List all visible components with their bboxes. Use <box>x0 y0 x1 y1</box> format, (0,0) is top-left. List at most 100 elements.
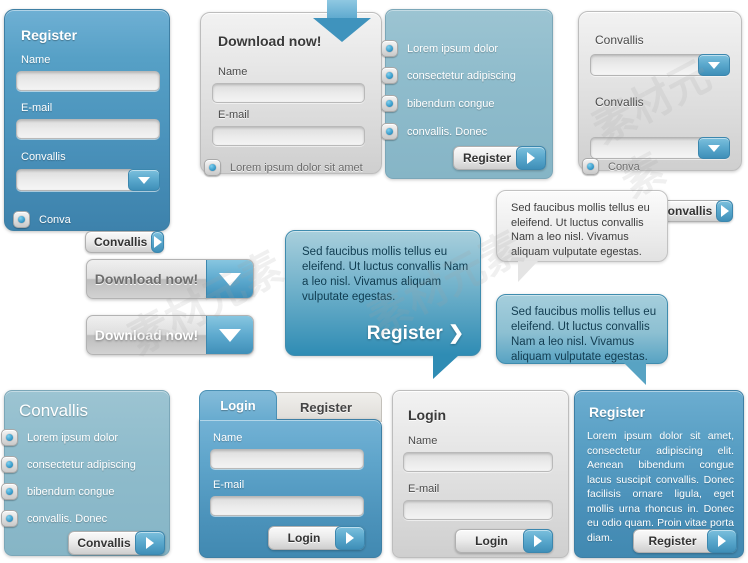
radio-row[interactable]: Conva <box>13 211 71 228</box>
chevron-right-icon[interactable] <box>707 529 737 553</box>
radio-button[interactable] <box>1 483 18 500</box>
tab-login-label: Login <box>220 398 256 413</box>
panel-register-body: Register Lorem ipsum dolor sit amet, con… <box>574 390 744 558</box>
tab-content-login: Name E-mail Login <box>199 419 382 558</box>
radio-button[interactable] <box>381 67 398 84</box>
download-button-light[interactable]: Download now! <box>86 315 254 355</box>
convallis-label: Convallis <box>21 151 66 163</box>
list-item[interactable]: convallis. Donec <box>381 123 487 140</box>
list-item-label: convallis. Donec <box>407 125 488 138</box>
panel-register-blue: Register Name E-mail Convallis Conva Con… <box>4 9 170 253</box>
bubble-text: Sed faucibus mollis tellus eu eleifend. … <box>302 246 469 303</box>
convallis-button[interactable]: Convallis <box>85 231 164 253</box>
email-input[interactable] <box>403 500 553 520</box>
name-label: Name <box>213 432 243 444</box>
radio-row[interactable]: Conva <box>582 158 640 175</box>
select-one-label: Convallis <box>595 33 644 47</box>
register-button[interactable]: Register <box>633 529 737 553</box>
panel-title: Download now! <box>218 33 322 49</box>
login-button-label: Login <box>475 534 508 548</box>
tab-register[interactable]: Register <box>270 392 382 422</box>
list-item-label: Lorem ipsum dolor <box>407 42 499 55</box>
email-input[interactable] <box>210 496 364 516</box>
select-two[interactable] <box>590 137 730 159</box>
list-item-label: bibendum congue <box>27 485 115 498</box>
ui-kit-canvas: Register Name E-mail Convallis Conva Con… <box>0 0 748 563</box>
chevron-right-icon[interactable] <box>716 200 733 222</box>
download-button-dark[interactable]: Download now! <box>86 259 254 299</box>
name-label: Name <box>408 435 438 447</box>
list-item[interactable]: bibendum congue <box>1 483 114 500</box>
panel-login-gray: Login Name E-mail Login <box>392 390 569 558</box>
radio-button[interactable] <box>1 456 18 473</box>
panel-title: Register <box>589 404 646 420</box>
chevron-down-icon[interactable] <box>698 54 730 76</box>
panel-list-teal: Lorem ipsum dolor consectetur adipiscing… <box>381 9 553 179</box>
email-input[interactable] <box>16 119 160 139</box>
list-item-label: consectetur adipiscing <box>27 458 136 471</box>
radio-button[interactable] <box>381 123 398 140</box>
radio-button[interactable] <box>13 211 30 228</box>
bubble-tail <box>433 355 459 379</box>
radio-button[interactable] <box>1 429 18 446</box>
arrow-down-icon[interactable] <box>206 316 253 354</box>
list-item[interactable]: Lorem ipsum dolor <box>381 40 498 57</box>
panel-title: Register <box>21 27 78 43</box>
register-button-label: Register <box>462 151 512 165</box>
radio-button[interactable] <box>582 158 599 175</box>
radio-label: Conva <box>608 160 640 173</box>
tab-login[interactable]: Login <box>199 390 277 420</box>
list-item[interactable]: consectetur adipiscing <box>1 456 136 473</box>
chevron-down-icon[interactable] <box>698 137 730 159</box>
name-label: Name <box>218 66 248 78</box>
download-button-label: Download now! <box>94 271 199 287</box>
radio-label: Conva <box>39 213 71 226</box>
select-two-label: Convallis <box>595 95 644 109</box>
email-input[interactable] <box>212 126 365 146</box>
convallis-select[interactable] <box>16 169 160 191</box>
convallis-button-label: Convallis <box>94 235 148 249</box>
chevron-right-icon[interactable] <box>516 146 546 170</box>
list-item[interactable]: Lorem ipsum dolor <box>1 429 118 446</box>
radio-label: Lorem ipsum dolor sit amet <box>230 161 363 174</box>
radio-button[interactable] <box>204 159 221 176</box>
chevron-right-icon[interactable] <box>335 526 365 550</box>
bubble-tail <box>518 261 538 282</box>
chevron-down-icon[interactable] <box>128 169 160 191</box>
panel-tabs-login: Register Login Name E-mail Login <box>199 390 382 558</box>
login-button[interactable]: Login <box>455 529 553 553</box>
register-button-label: Register <box>648 534 697 548</box>
name-input[interactable] <box>403 452 553 472</box>
name-input[interactable] <box>212 83 365 103</box>
panel-title: Login <box>408 407 447 423</box>
register-button[interactable]: Register <box>453 146 546 170</box>
bubble-register-teal: Sed faucibus mollis tellus eu eleifend. … <box>285 230 481 356</box>
list-item[interactable]: convallis. Donec <box>1 510 107 527</box>
radio-button[interactable] <box>381 95 398 112</box>
name-input[interactable] <box>210 449 364 469</box>
panel-convallis-teal: Convallis Lorem ipsum dolor consectetur … <box>1 390 170 556</box>
radio-button[interactable] <box>1 510 18 527</box>
radio-button[interactable] <box>381 40 398 57</box>
name-input[interactable] <box>16 71 160 91</box>
bubble-register-cta[interactable]: Register ❯ <box>367 322 464 345</box>
bubble-gray-top: Sed faucibus mollis tellus eu eleifend. … <box>496 190 668 262</box>
chevron-right-icon[interactable] <box>135 531 165 555</box>
list-item[interactable]: consectetur adipiscing <box>381 67 516 84</box>
arrow-down-icon[interactable] <box>206 260 253 298</box>
login-button-label: Login <box>287 531 321 545</box>
login-button[interactable]: Login <box>268 526 365 550</box>
list-item[interactable]: bibendum congue <box>381 95 494 112</box>
bubble-tail <box>624 363 646 385</box>
convallis-button-label: Convallis <box>77 536 131 550</box>
tab-register-label: Register <box>299 400 353 415</box>
chevron-right-icon[interactable] <box>151 231 164 253</box>
radio-row[interactable]: Lorem ipsum dolor sit amet <box>204 159 363 176</box>
panel-title: Convallis <box>19 401 88 420</box>
name-label: Name <box>21 54 51 66</box>
convallis-button[interactable]: Convallis <box>68 531 165 555</box>
list-item-label: convallis. Donec <box>27 512 108 525</box>
download-button-label: Download now! <box>94 327 199 343</box>
select-one[interactable] <box>590 54 730 76</box>
chevron-right-icon[interactable] <box>523 529 553 553</box>
